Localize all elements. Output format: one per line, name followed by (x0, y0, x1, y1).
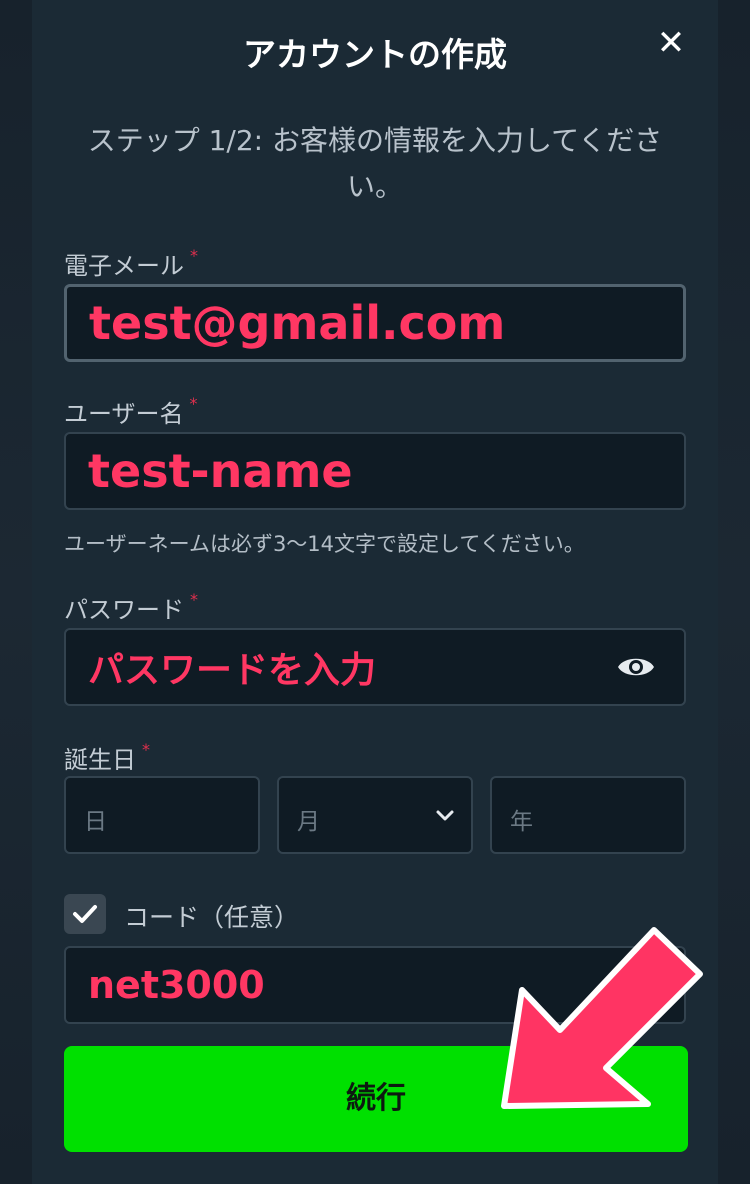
email-label: 電子メール * (64, 246, 198, 281)
arrow-pointer-icon (501, 927, 703, 1109)
birthdate-label-text: 誕生日 (64, 746, 136, 774)
checkmark-icon (73, 905, 97, 923)
code-checkbox-label: コード（任意） (124, 903, 300, 932)
email-value: test@gmail.com (89, 296, 506, 350)
birth-year-placeholder: 年 (510, 809, 533, 835)
birth-year-field[interactable]: 年 (490, 776, 686, 854)
birth-day-field[interactable]: 日 (64, 776, 260, 854)
email-label-text: 電子メール (64, 252, 184, 280)
backdrop-left (0, 0, 32, 1184)
step-subtitle: ステップ 1/2: お客様の情報を入力してください。 (87, 124, 663, 203)
birth-month-placeholder: 月 (297, 809, 320, 835)
chevron-down-icon (436, 810, 454, 821)
password-value: パスワードを入力 (88, 650, 377, 691)
password-field[interactable]: パスワードを入力 (64, 628, 686, 706)
username-label-text: ユーザー名 (64, 400, 184, 428)
birth-month-select[interactable]: 月 (277, 776, 473, 854)
backdrop-right (718, 0, 750, 1184)
modal-title: アカウントの作成 (243, 35, 507, 74)
username-label: ユーザー名 * (64, 394, 198, 429)
eye-icon[interactable] (616, 652, 656, 682)
password-label: パスワード * (64, 590, 198, 625)
required-mark: * (189, 394, 198, 413)
create-account-modal: アカウントの作成 ✕ ステップ 1/2: お客様の情報を入力してください。 電子… (32, 0, 718, 1184)
birth-day-placeholder: 日 (84, 809, 107, 835)
username-field[interactable]: test-name (64, 432, 686, 510)
required-mark: * (190, 590, 198, 609)
username-value: test-name (88, 444, 353, 498)
password-label-text: パスワード (64, 596, 184, 624)
close-icon[interactable]: ✕ (654, 26, 688, 60)
birthdate-label: 誕生日 * (64, 740, 150, 775)
username-hint: ユーザーネームは必ず3〜14文字で設定してください。 (64, 532, 585, 556)
code-value: net3000 (88, 963, 265, 1007)
required-mark: * (190, 246, 198, 265)
code-checkbox[interactable] (64, 894, 106, 934)
required-mark: * (142, 740, 150, 759)
email-field[interactable]: test@gmail.com (64, 284, 686, 362)
